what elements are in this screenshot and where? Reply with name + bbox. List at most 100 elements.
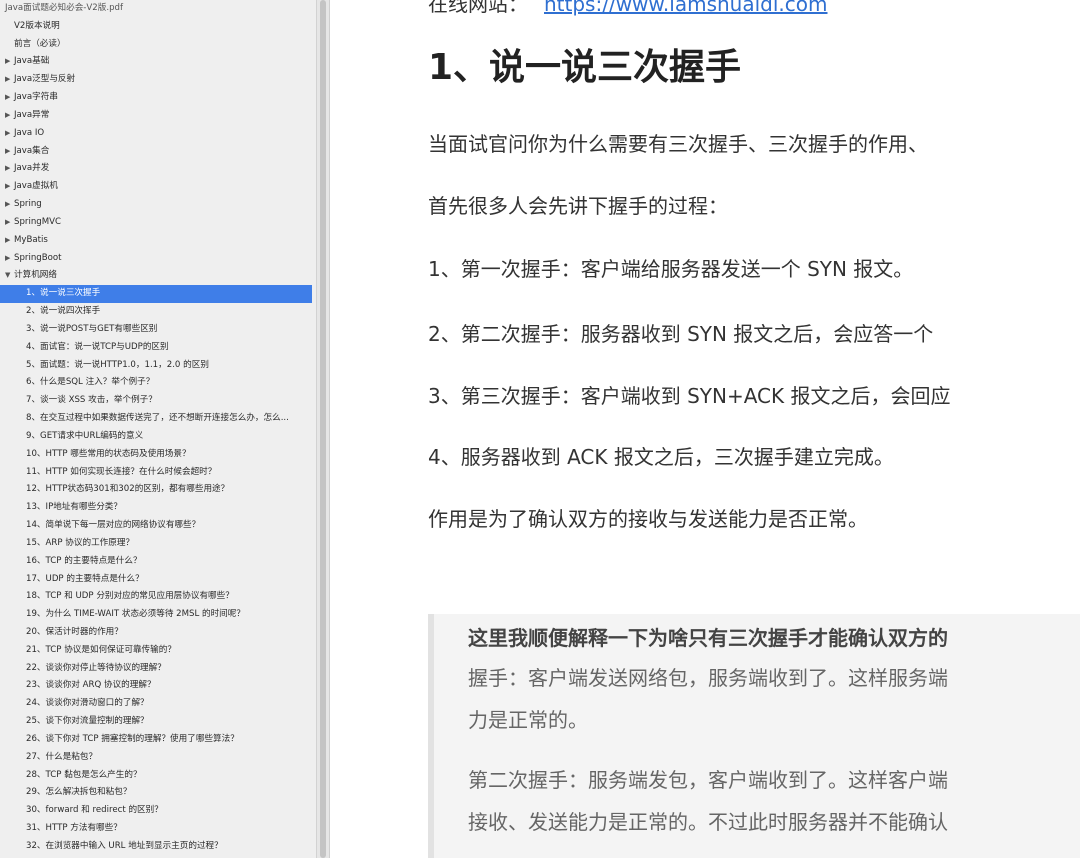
paragraph: 4、服务器收到 ACK 报文之后，三次握手建立完成。: [428, 445, 894, 469]
outline-item[interactable]: 27、什么是粘包？: [0, 749, 316, 767]
disclosure-collapsed-icon[interactable]: ▶: [5, 143, 14, 161]
outline-item[interactable]: ▶ Java异常: [0, 107, 316, 125]
outline-item[interactable]: 7、谈一谈 XSS 攻击，举个例子？: [0, 392, 316, 410]
document-page: 在线网站： https://www.iamshuaidi.com 1、说一说三次握…: [330, 0, 1080, 858]
outline-item[interactable]: 前言（必读）: [0, 36, 316, 54]
outline-item[interactable]: 9、GET请求中URL编码的意义: [0, 428, 316, 446]
outline-item[interactable]: ▶ SpringMVC: [0, 214, 316, 232]
outline-item[interactable]: 5、面试题：说一说HTTP1.0，1.1，2.0 的区别: [0, 357, 316, 375]
outline-item-label: 16、TCP 的主要特点是什么？: [26, 555, 142, 566]
outline-item-label: 25、谈下你对流量控制的理解？: [26, 716, 149, 727]
outline-item-label: 15、ARP 协议的工作原理？: [26, 537, 135, 548]
outline-item[interactable]: 23、谈谈你对 ARQ 协议的理解？: [0, 677, 316, 695]
disclosure-collapsed-icon[interactable]: ▶: [5, 232, 14, 250]
outline-item-label: SpringBoot: [14, 252, 62, 263]
outline-item[interactable]: ▶ Java并发: [0, 160, 316, 178]
outline-item[interactable]: 17、UDP 的主要特点是什么？: [0, 571, 316, 589]
outline-item-label: Java虚拟机: [14, 181, 58, 192]
outline-list: Java面试题必知必会-V2版.pdf V2版本说明 前言（必读） ▶ Java基础 ▶…: [0, 0, 316, 858]
outline-item-label: 2、说一说四次挥手: [26, 306, 101, 317]
outline-item[interactable]: 6、什么是SQL 注入？举个例子？: [0, 374, 316, 392]
outline-item[interactable]: ▶ Spring: [0, 196, 316, 214]
disclosure-expanded-icon[interactable]: ▼: [5, 267, 14, 285]
quote-line: 第二次握手：服务端发包，客户端收到了。这样客户端: [468, 768, 948, 792]
outline-item[interactable]: 19、为什么 TIME-WAIT 状态必须等待 2MSL 的时间呢？: [0, 606, 316, 624]
outline-item[interactable]: 14、简单说下每一层对应的网络协议有哪些？: [0, 517, 316, 535]
outline-item[interactable]: ▶ MyBatis: [0, 232, 316, 250]
disclosure-collapsed-icon[interactable]: ▶: [5, 125, 14, 143]
outline-item[interactable]: 26、谈下你对 TCP 拥塞控制的理解？使用了哪些算法？: [0, 731, 316, 749]
outline-item-label: 29、怎么解决拆包和粘包？: [26, 787, 132, 798]
paragraph: 2、第二次握手：服务器收到 SYN 报文之后，会应答一个: [428, 322, 934, 346]
outline-item-label: Spring: [14, 199, 42, 210]
outline-item[interactable]: 12、HTTP状态码301和302的区别，都有哪些用途？: [0, 481, 316, 499]
outline-item[interactable]: 13、IP地址有哪些分类？: [0, 499, 316, 517]
outline-item[interactable]: 18、TCP 和 UDP 分别对应的常见应用层协议有哪些？: [0, 588, 316, 606]
outline-item-label: 3、说一说POST与GET有哪些区别: [26, 323, 158, 334]
pdf-file-name[interactable]: Java面试题必知必会-V2版.pdf: [0, 0, 316, 18]
outline-item-label: 30、forward 和 redirect 的区别？: [26, 805, 163, 816]
quote-line: 这里我顺便解释一下为啥只有三次握手才能确认双方的: [468, 626, 948, 650]
outline-item[interactable]: 8、在交互过程中如果数据传送完了，还不想断开连接怎么办，怎么...: [0, 410, 316, 428]
outline-item[interactable]: 16、TCP 的主要特点是什么？: [0, 553, 316, 571]
outline-item[interactable]: 3、说一说POST与GET有哪些区别: [0, 321, 316, 339]
outline-item[interactable]: 30、forward 和 redirect 的区别？: [0, 802, 316, 820]
disclosure-collapsed-icon[interactable]: ▶: [5, 53, 14, 71]
outline-item-label: 14、简单说下每一层对应的网络协议有哪些？: [26, 520, 201, 531]
disclosure-collapsed-icon[interactable]: ▶: [5, 89, 14, 107]
outline-item[interactable]: 10、HTTP 哪些常用的状态码及使用场景？: [0, 446, 316, 464]
outline-item[interactable]: ▶ Java泛型与反射: [0, 71, 316, 89]
disclosure-collapsed-icon[interactable]: ▶: [5, 196, 14, 214]
quote-line: 握手：客户端发送网络包，服务端收到了。这样服务端: [468, 666, 948, 690]
disclosure-collapsed-icon[interactable]: ▶: [5, 107, 14, 125]
disclosure-collapsed-icon[interactable]: ▶: [5, 250, 14, 268]
outline-item-label: Java集合: [14, 145, 50, 156]
quote-line: 接收、发送能力是正常的。不过此时服务器并不能确认: [468, 810, 948, 834]
outline-item-selected[interactable]: 1、说一说三次握手: [0, 285, 312, 304]
outline-item-label: 13、IP地址有哪些分类？: [26, 502, 122, 513]
outline-item[interactable]: 11、HTTP 如何实现长连接？在什么时候会超时？: [0, 464, 316, 482]
outline-item[interactable]: 25、谈下你对流量控制的理解？: [0, 713, 316, 731]
outline-item[interactable]: 29、怎么解决拆包和粘包？: [0, 784, 316, 802]
outline-item-label: 17、UDP 的主要特点是什么？: [26, 573, 144, 584]
outline-item[interactable]: ▶ Java基础: [0, 53, 316, 71]
outline-item[interactable]: 20、保活计时器的作用？: [0, 624, 316, 642]
outline-item-label: 10、HTTP 哪些常用的状态码及使用场景？: [26, 448, 191, 459]
site-link[interactable]: https://www.iamshuaidi.com: [544, 0, 828, 16]
outline-item-label: 20、保活计时器的作用？: [26, 626, 123, 637]
outline-item-label: Java基础: [14, 56, 50, 67]
outline-sidebar: Java面试题必知必会-V2版.pdf V2版本说明 前言（必读） ▶ Java基础 ▶…: [0, 0, 316, 858]
outline-item[interactable]: 24、谈谈你对滑动窗口的了解？: [0, 695, 316, 713]
outline-item[interactable]: 28、TCP 黏包是怎么产生的？: [0, 767, 316, 785]
outline-item-label: 4、面试官：说一说TCP与UDP的区别: [26, 341, 169, 352]
paragraph: 1、第一次握手：客户端给服务器发送一个 SYN 报文。: [428, 257, 914, 281]
outline-item[interactable]: ▶ SpringBoot: [0, 250, 316, 268]
outline-item-label: 26、谈下你对 TCP 拥塞控制的理解？使用了哪些算法？: [26, 733, 239, 744]
outline-item[interactable]: ▼ 计算机网络: [0, 267, 316, 285]
outline-item[interactable]: 4、面试官：说一说TCP与UDP的区别: [0, 339, 316, 357]
outline-item-label: 28、TCP 黏包是怎么产生的？: [26, 769, 142, 780]
outline-item-label: 18、TCP 和 UDP 分别对应的常见应用层协议有哪些？: [26, 591, 234, 602]
outline-item-label: 计算机网络: [14, 270, 57, 281]
disclosure-collapsed-icon[interactable]: ▶: [5, 178, 14, 196]
outline-item[interactable]: 22、谈谈你对停止等待协议的理解？: [0, 660, 316, 678]
paragraph: 当面试官问你为什么需要有三次握手、三次握手的作用、: [428, 132, 928, 156]
outline-item[interactable]: ▶ Java虚拟机: [0, 178, 316, 196]
outline-item[interactable]: 21、TCP 协议是如何保证可靠传输的？: [0, 642, 316, 660]
outline-item-label: 6、什么是SQL 注入？举个例子？: [26, 377, 155, 388]
outline-item-label: 前言（必读）: [14, 38, 66, 49]
disclosure-collapsed-icon[interactable]: ▶: [5, 71, 14, 89]
sidebar-scrollbar[interactable]: [316, 0, 330, 858]
outline-item[interactable]: ▶ Java IO: [0, 125, 316, 143]
outline-item[interactable]: 15、ARP 协议的工作原理？: [0, 535, 316, 553]
disclosure-collapsed-icon[interactable]: ▶: [5, 214, 14, 232]
paragraph: 首先很多人会先讲下握手的过程：: [428, 194, 728, 218]
outline-item[interactable]: V2版本说明: [0, 18, 316, 36]
outline-item[interactable]: 2、说一说四次挥手: [0, 303, 316, 321]
sidebar-scrollbar-thumb[interactable]: [320, 0, 326, 858]
disclosure-collapsed-icon[interactable]: ▶: [5, 160, 14, 178]
outline-item[interactable]: 32、在浏览器中输入 URL 地址到显示主页的过程？: [0, 838, 316, 856]
outline-item[interactable]: ▶ Java集合: [0, 143, 316, 161]
outline-item[interactable]: 31、HTTP 方法有哪些？: [0, 820, 316, 838]
outline-item[interactable]: ▶ Java字符串: [0, 89, 316, 107]
